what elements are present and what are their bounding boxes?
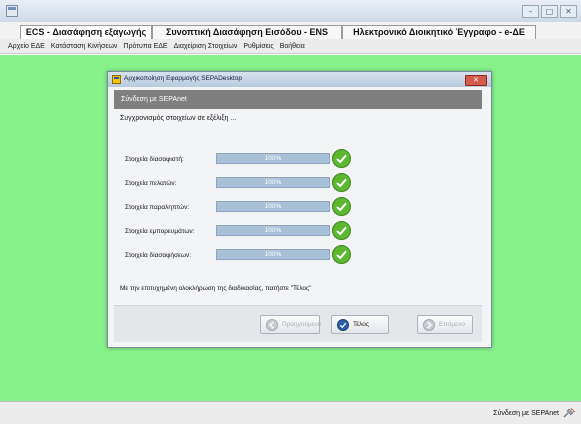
menu-bar: Αρχείο ΕΔΕ Κατάσταση Κινήσεων Πρότυπα ΕΔ… (0, 39, 581, 54)
connection-status-text: Σύνδεση με SEPAnet (493, 410, 559, 417)
tab-ecs-export[interactable]: ECS - Διασάφηση εξαγωγής (20, 25, 152, 39)
progress-text: 100% (264, 251, 282, 258)
progress-bar-recipients: 100% (216, 201, 330, 212)
dialog-titlebar: Αρχικοποίηση Εφαρμογής SEPADesktop ✕ (108, 72, 491, 87)
dialog-close-icon[interactable]: ✕ (465, 75, 487, 86)
progress-text: 100% (264, 227, 282, 234)
window-titlebar: – □ ✕ (0, 0, 581, 23)
finish-button[interactable]: Τέλος (331, 315, 389, 334)
progress-text: 100% (264, 155, 282, 162)
next-button-label: Επόμενο (439, 321, 465, 328)
window-controls: – □ ✕ (522, 5, 577, 18)
progress-bar-declarations: 100% (216, 249, 330, 260)
progress-bar-customers: 100% (216, 177, 330, 188)
menu-item-settings[interactable]: Ρυθμίσεις (243, 43, 273, 50)
menu-item-status[interactable]: Κατάσταση Κινήσεων (51, 43, 118, 50)
finish-button-label: Τέλος (353, 321, 370, 328)
maximize-icon[interactable]: □ (541, 5, 558, 18)
progress-bar-declarant: 100% (216, 153, 330, 164)
previous-button-label: Προηγούμενο (282, 321, 322, 328)
dialog-header-text: Σύνδεση με SEPAnet (121, 96, 187, 103)
menu-item-help[interactable]: Βοήθεια (280, 43, 305, 50)
close-icon[interactable]: ✕ (560, 5, 577, 18)
row-label-customers: Στοιχεία πελατών: (125, 180, 177, 187)
status-bar: Σύνδεση με SEPAnet (0, 401, 581, 424)
row-label-declarant: Στοιχεία διασαφιστή: (125, 156, 184, 163)
row-label-declarations: Στοιχεία διασαφήσεων: (125, 252, 192, 259)
finish-check-icon (337, 319, 349, 331)
progress-text: 100% (264, 179, 282, 186)
progress-text: 100% (264, 203, 282, 210)
check-circle-icon (332, 221, 351, 240)
dialog-app-icon (112, 75, 121, 84)
menu-item-data-management[interactable]: Διαχείριση Στοιχείων (174, 43, 238, 50)
row-label-goods: Στοιχεία εμπορευμάτων: (125, 228, 195, 235)
init-dialog: Αρχικοποίηση Εφαρμογής SEPADesktop ✕ Σύν… (107, 71, 492, 348)
progress-bar-goods: 100% (216, 225, 330, 236)
tab-e-dae[interactable]: Ηλεκτρονικό Διοικητικό Έγγραφο - e-ΔΕ (342, 25, 536, 39)
next-button[interactable]: Επόμενο (417, 315, 473, 334)
menu-item-file[interactable]: Αρχείο ΕΔΕ (8, 43, 45, 50)
check-circle-icon (332, 245, 351, 264)
tab-ens-entry[interactable]: Συνοπτική Διασάφηση Εισόδου - ENS (152, 25, 342, 39)
app-icon (6, 5, 18, 17)
check-circle-icon (332, 197, 351, 216)
dialog-header-band: Σύνδεση με SEPAnet (114, 90, 482, 109)
minimize-icon[interactable]: – (522, 5, 539, 18)
arrow-left-icon (266, 319, 278, 331)
dialog-button-area: Προηγούμενο Τέλος Επόμενο (114, 305, 482, 342)
arrow-right-icon (423, 319, 435, 331)
dialog-title: Αρχικοποίηση Εφαρμογής SEPADesktop (124, 75, 242, 82)
check-circle-icon (332, 173, 351, 192)
row-label-recipients: Στοιχεία παραληπτών: (125, 204, 190, 211)
check-circle-icon (332, 149, 351, 168)
sync-status-text: Συγχρονισμός στοιχείων σε εξέλιξη ... (120, 115, 237, 122)
tab-bar: ECS - Διασάφηση εξαγωγής Συνοπτική Διασά… (0, 22, 581, 39)
previous-button[interactable]: Προηγούμενο (260, 315, 322, 334)
finish-instruction-text: Με την επιτυχημένη ολοκλήρωση της διαδικ… (120, 285, 312, 292)
connection-plug-icon[interactable] (562, 407, 575, 419)
menu-item-templates[interactable]: Πρότυπα ΕΔΕ (123, 43, 167, 50)
